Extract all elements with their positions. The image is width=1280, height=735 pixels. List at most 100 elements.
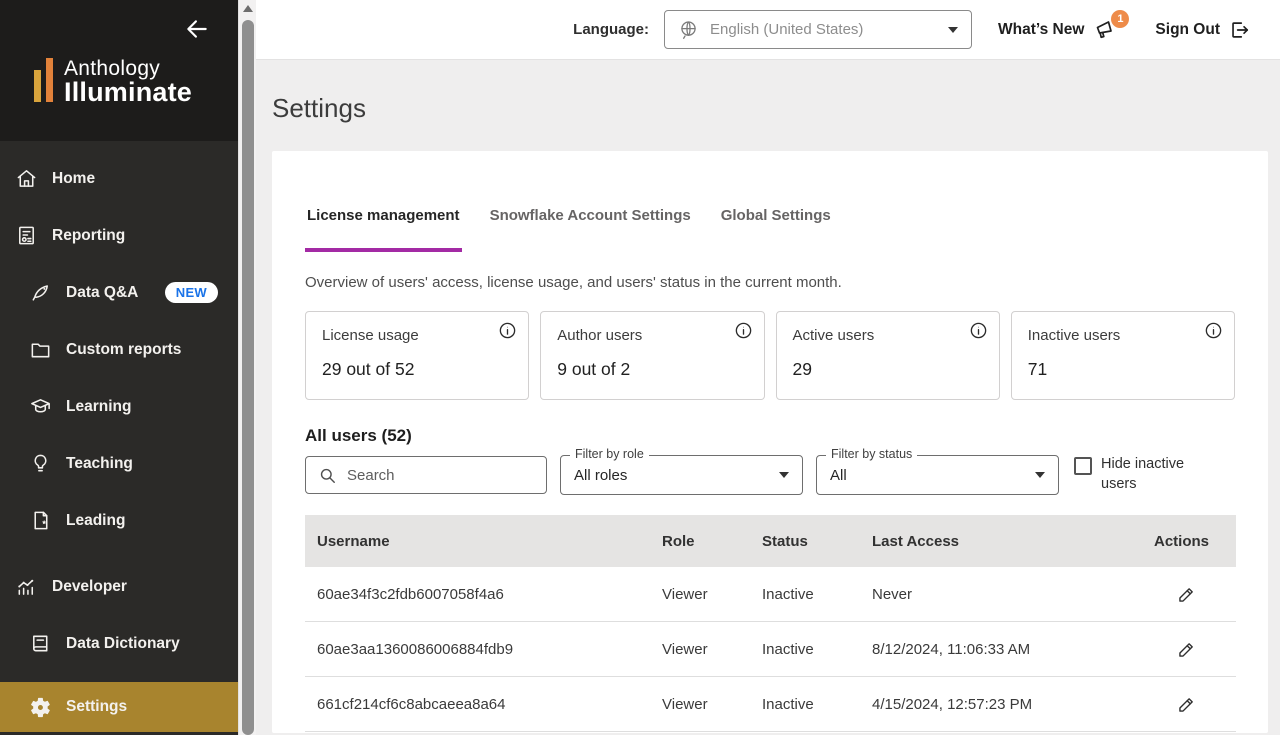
- table-header: Username Role Status Last Access Actions: [305, 515, 1236, 567]
- stat-card-active-users: Active users 29: [775, 311, 1000, 400]
- chevron-down-icon: [948, 26, 958, 33]
- cell-role: Viewer: [662, 640, 708, 658]
- sidebar-item-teaching[interactable]: Teaching: [0, 435, 238, 492]
- sidebar-item-label: Data Q&A: [66, 283, 139, 301]
- chevron-down-icon: [1035, 472, 1045, 478]
- settings-tabs: License management Snowflake Account Set…: [305, 207, 1235, 252]
- collapse-sidebar-button[interactable]: [184, 16, 212, 44]
- edit-user-button[interactable]: [1174, 692, 1198, 716]
- new-badge: NEW: [164, 282, 218, 303]
- sidebar-item-learning[interactable]: Learning: [0, 378, 238, 435]
- gear-icon: [27, 694, 53, 720]
- stat-card-license-usage: License usage 29 out of 52: [305, 311, 530, 400]
- whats-new-button[interactable]: What’s New 1: [998, 9, 1130, 43]
- analytics-icon: [13, 574, 39, 600]
- pencil-icon: [1178, 587, 1193, 602]
- sidebar-item-label: Leading: [66, 511, 126, 529]
- stat-card-author-users: Author users 9 out of 2: [540, 311, 765, 400]
- cell-status: Inactive: [762, 695, 814, 713]
- scrollbar-up-button[interactable]: [239, 0, 257, 17]
- tab-snowflake-account-settings[interactable]: Snowflake Account Settings: [488, 207, 693, 252]
- filter-row: Filter by role All roles Filter by statu…: [305, 447, 1235, 495]
- document-star-icon: [27, 508, 53, 534]
- table-row: 60ae3aa1360086006884fdb9 Viewer Inactive…: [305, 622, 1236, 677]
- cell-username: 60ae34f3c2fdb6007058f4a6: [317, 585, 504, 603]
- sign-out-button[interactable]: Sign Out: [1155, 19, 1250, 41]
- stat-value: 9 out of 2: [557, 359, 631, 379]
- brand-name-line1: Anthology: [64, 57, 161, 81]
- arrow-left-icon: [187, 20, 207, 38]
- column-header-actions: Actions: [1154, 532, 1210, 550]
- hide-inactive-users-label: Hide inactive users: [1101, 456, 1185, 492]
- cell-status: Inactive: [762, 640, 814, 658]
- sidebar-header: Anthology Illuminate: [0, 0, 238, 141]
- folder-icon: [27, 337, 53, 363]
- translate-globe-icon: [681, 21, 696, 39]
- page-title: Settings: [272, 93, 366, 123]
- filter-by-role-value: All roles: [574, 466, 628, 484]
- filter-by-status-select[interactable]: Filter by status All: [816, 447, 1059, 495]
- sidebar-item-label: Data Dictionary: [66, 634, 180, 652]
- lightbulb-icon: [27, 451, 53, 477]
- column-header-status: Status: [762, 532, 808, 550]
- sidebar-item-developer[interactable]: Developer: [0, 558, 238, 615]
- logo-bars-icon: [34, 58, 53, 102]
- info-icon[interactable]: [1204, 321, 1223, 340]
- stat-value: 71: [1027, 359, 1048, 379]
- book-icon: [27, 631, 53, 657]
- sidebar-item-home[interactable]: Home: [0, 150, 238, 207]
- sidebar-item-custom-reports[interactable]: Custom reports: [0, 321, 238, 378]
- language-label: Language:: [573, 21, 649, 38]
- hide-inactive-users-checkbox[interactable]: [1074, 457, 1092, 476]
- sidebar-item-label: Home: [52, 169, 96, 187]
- sidebar-item-reporting[interactable]: Reporting: [0, 207, 238, 264]
- edit-user-button[interactable]: [1174, 582, 1198, 606]
- tab-license-management[interactable]: License management: [305, 207, 462, 252]
- column-header-username: Username: [317, 532, 390, 550]
- graduation-cap-icon: [27, 394, 53, 420]
- cell-username: 661cf214cf6c8abcaeea8a64: [317, 695, 506, 713]
- cell-last-access: 8/12/2024, 11:06:33 AM: [872, 640, 1031, 658]
- sidebar-item-label: Custom reports: [66, 340, 182, 358]
- info-icon[interactable]: [498, 321, 517, 340]
- cell-role: Viewer: [662, 695, 708, 713]
- info-icon[interactable]: [969, 321, 988, 340]
- stat-card-inactive-users: Inactive users 71: [1010, 311, 1235, 400]
- sidebar-item-leading[interactable]: Leading: [0, 492, 238, 549]
- cell-last-access: Never: [872, 585, 913, 603]
- sidebar-item-data-dictionary[interactable]: Data Dictionary: [0, 615, 238, 672]
- sidebar-nav: Home Reporting Data Q&A NEW Custom repor…: [0, 141, 238, 732]
- sidebar-item-label: Learning: [66, 397, 132, 415]
- filter-by-status-label: Filter by status: [826, 447, 918, 461]
- stats-row: License usage 29 out of 52 Author users …: [305, 311, 1235, 400]
- edit-user-button[interactable]: [1174, 637, 1198, 661]
- language-select[interactable]: English (United States): [664, 10, 972, 49]
- filter-by-role-select[interactable]: Filter by role All roles: [560, 447, 803, 495]
- tab-global-settings[interactable]: Global Settings: [719, 207, 833, 252]
- language-value: English (United States): [710, 21, 864, 38]
- cell-role: Viewer: [662, 585, 708, 603]
- sidebar-item-label: Teaching: [66, 454, 133, 472]
- sidebar-item-data-qa[interactable]: Data Q&A NEW: [0, 264, 238, 321]
- data-qa-icon: [27, 280, 53, 306]
- sidebar-item-label: Reporting: [52, 226, 126, 244]
- topbar: Language: English (United States) What’s…: [256, 0, 1280, 60]
- cell-username: 60ae3aa1360086006884fdb9: [317, 640, 514, 658]
- brand-name-line2: Illuminate: [64, 77, 193, 108]
- sidebar-item-label: Developer: [52, 577, 127, 595]
- settings-card: License management Snowflake Account Set…: [272, 151, 1268, 733]
- table-row: 60ae34f3c2fdb6007058f4a6 Viewer Inactive…: [305, 567, 1236, 622]
- report-icon: [13, 223, 39, 249]
- sidebar-item-settings[interactable]: Settings: [0, 682, 238, 732]
- vertical-scrollbar[interactable]: [238, 0, 256, 735]
- info-icon[interactable]: [734, 321, 753, 340]
- logout-icon: [1232, 21, 1249, 38]
- brand-logo: Anthology Illuminate: [34, 58, 192, 107]
- pencil-icon: [1178, 642, 1193, 657]
- scrollbar-thumb[interactable]: [242, 20, 254, 735]
- hide-inactive-users-control: Hide inactive users: [1074, 455, 1193, 494]
- search-input[interactable]: [347, 466, 534, 484]
- search-box: [305, 456, 547, 494]
- triangle-up-icon: [243, 5, 253, 12]
- sidebar: Anthology Illuminate Home Reporting Data…: [0, 0, 238, 735]
